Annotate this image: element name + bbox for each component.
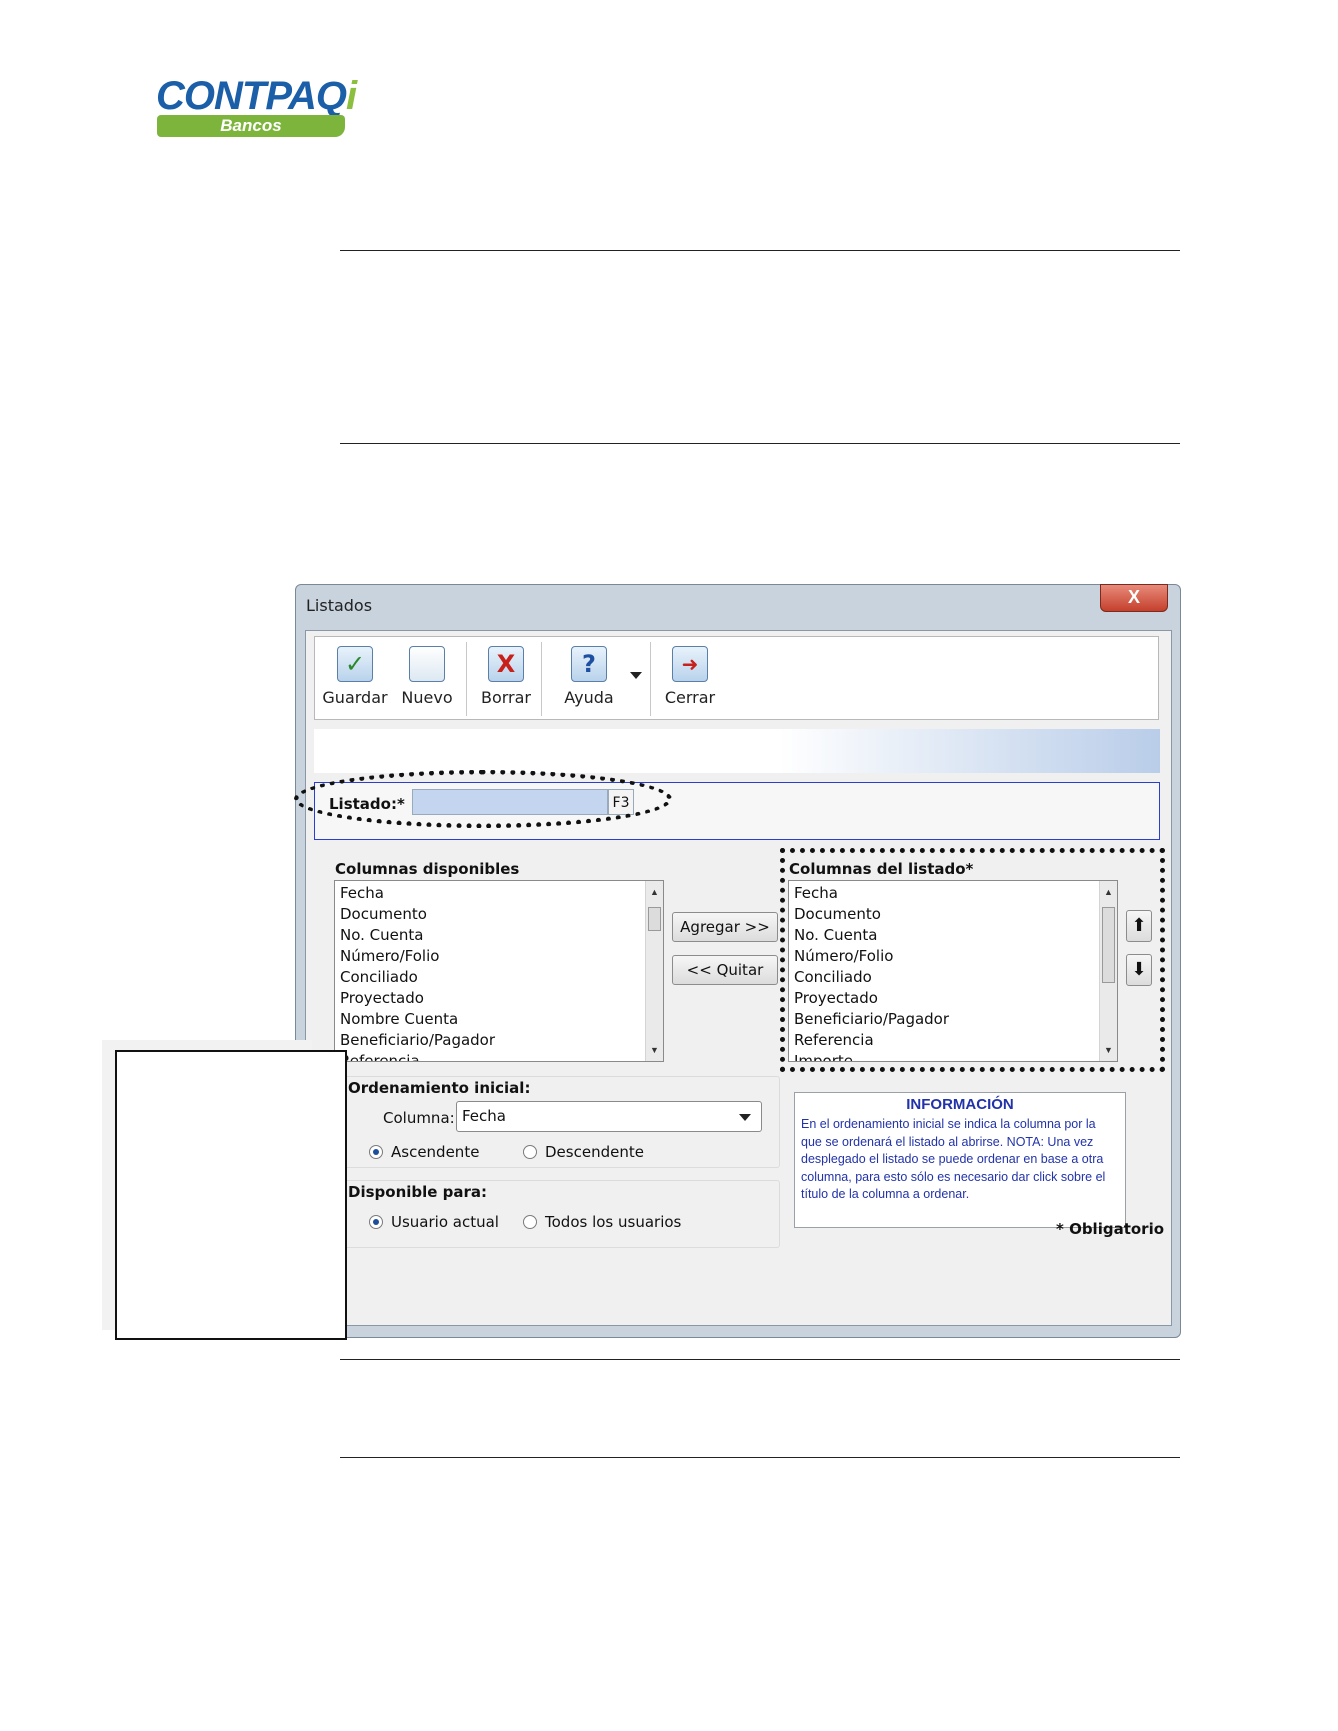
list-item[interactable]: Nombre Cuenta [335,1009,643,1030]
descending-radio[interactable]: Descendente [523,1143,644,1161]
column-label: Columna: [383,1109,455,1127]
divider [340,1359,1180,1360]
list-item[interactable]: Proyectado [335,988,643,1009]
list-item[interactable]: Fecha [335,883,643,904]
brand-logo: CONTPAQi [156,74,357,118]
add-column-button[interactable]: Agregar >> [672,912,778,942]
information-title: INFORMACIÓN [906,1096,1014,1113]
list-item[interactable]: Referencia [335,1051,643,1061]
highlight-rectangle [780,848,1165,1072]
check-icon: ✓ [337,646,373,682]
scrollbar[interactable]: ▲ ▼ [645,881,663,1061]
list-item[interactable]: No. Cuenta [335,925,643,946]
ordering-title: Ordenamiento inicial: [348,1079,531,1097]
radio-selected-icon [369,1215,383,1229]
ayuda-dropdown-arrow-icon[interactable] [630,672,642,679]
divider [340,443,1180,444]
exit-door-icon: ➜ [672,646,708,682]
header-band [314,729,1160,773]
scroll-down-icon[interactable]: ▼ [646,1045,663,1055]
window-title: Listados [306,596,373,615]
radio-unselected-icon [523,1215,537,1229]
ayuda-button[interactable]: ? Ayuda [556,646,622,707]
toolbar-separator [650,642,651,716]
help-icon: ? [571,646,607,682]
available-columns-list[interactable]: Fecha Documento No. Cuenta Número/Folio … [334,880,664,1062]
all-users-radio[interactable]: Todos los usuarios [523,1213,681,1231]
remove-column-button[interactable]: << Quitar [672,955,778,985]
list-item[interactable]: Documento [335,904,643,925]
list-item[interactable]: Número/Folio [335,946,643,967]
available-columns-title: Columnas disponibles [335,860,520,878]
borrar-button[interactable]: X Borrar [476,646,536,707]
list-item[interactable]: Beneficiario/Pagador [335,1030,643,1051]
close-window-button[interactable]: X [1100,584,1168,612]
radio-unselected-icon [523,1145,537,1159]
divider [340,1457,1180,1458]
cerrar-button[interactable]: ➜ Cerrar [660,646,720,707]
nuevo-button[interactable]: Nuevo [398,646,456,707]
availability-title: Disponible para: [348,1183,488,1201]
ascending-radio[interactable]: Ascendente [369,1143,479,1161]
new-document-icon [409,646,445,682]
chevron-down-icon [739,1114,751,1121]
highlight-ellipse [294,770,672,828]
list-item[interactable]: Conciliado [335,967,643,988]
information-text: En el ordenamiento inicial se indica la … [801,1117,1106,1201]
divider [340,250,1180,251]
guardar-button[interactable]: ✓ Guardar [322,646,388,707]
column-select[interactable]: Fecha [456,1101,762,1132]
scroll-thumb[interactable] [648,907,661,931]
annotation-box [115,1050,347,1340]
current-user-radio[interactable]: Usuario actual [369,1213,499,1231]
product-name: Bancos [157,115,345,137]
required-note: * Obligatorio [1056,1220,1165,1238]
toolbar-separator [541,642,542,716]
radio-selected-icon [369,1145,383,1159]
toolbar-separator [466,642,467,716]
scroll-up-icon[interactable]: ▲ [646,887,663,897]
delete-x-icon: X [488,646,524,682]
